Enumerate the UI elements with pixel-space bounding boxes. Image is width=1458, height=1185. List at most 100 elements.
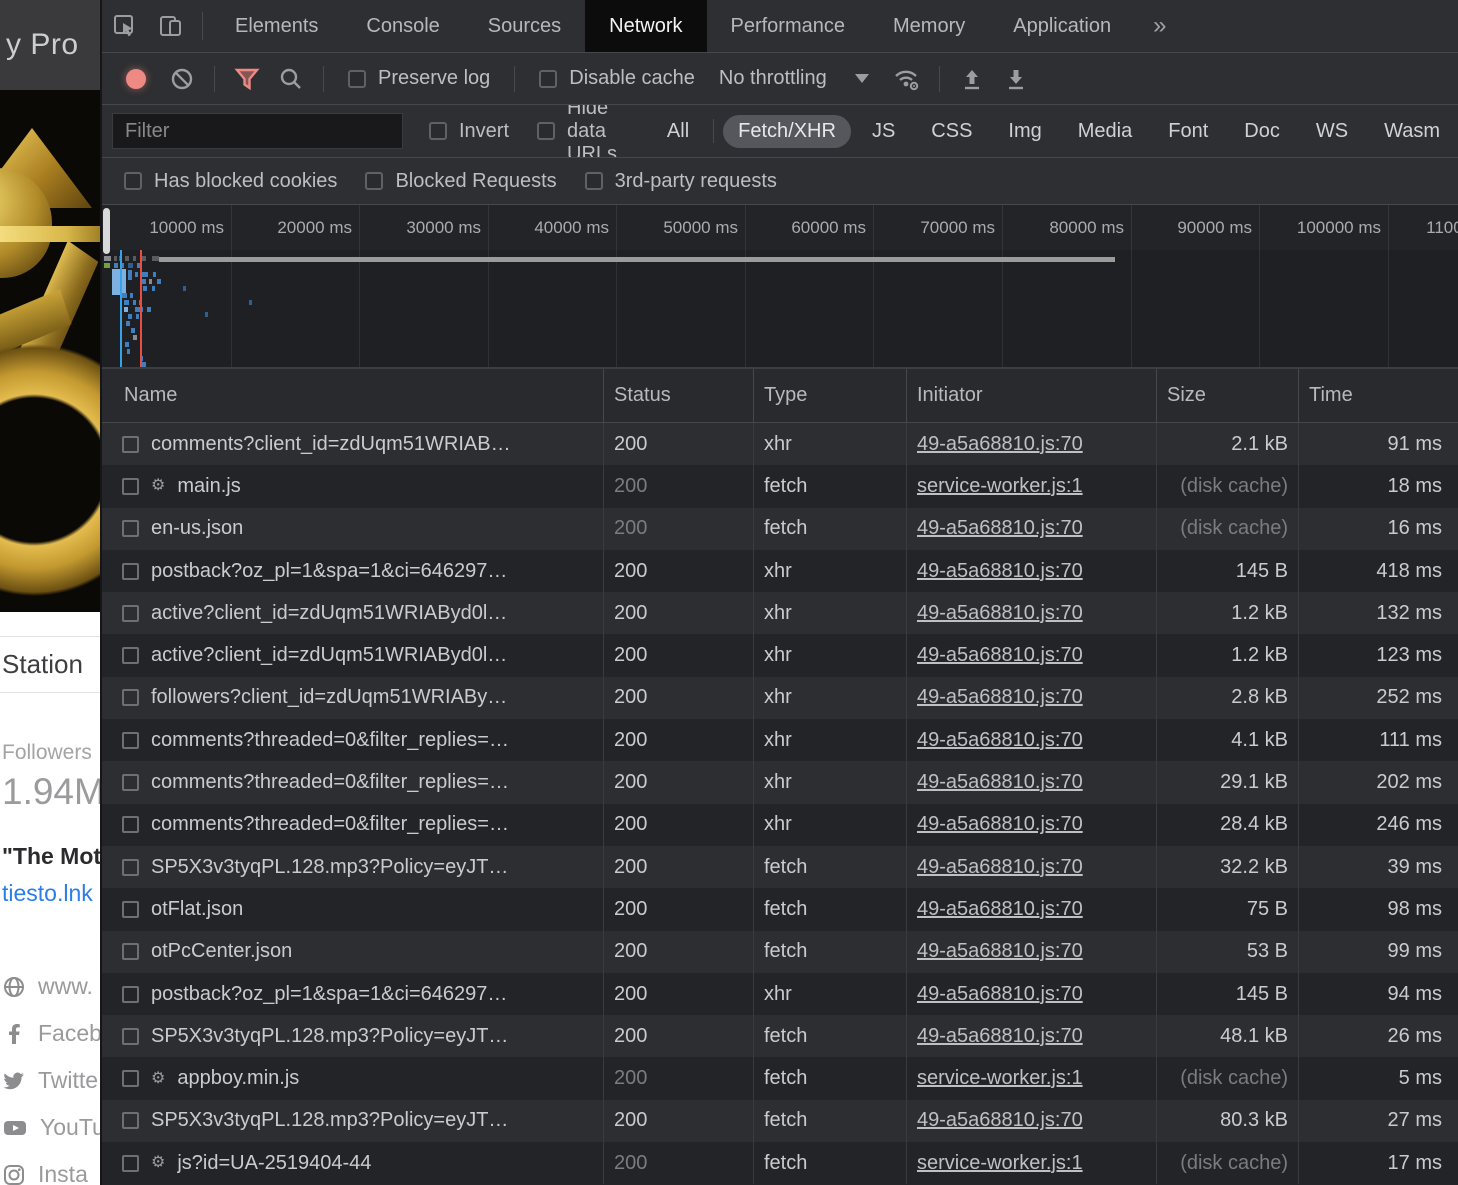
initiator-link[interactable]: 49-a5a68810.js:70 bbox=[917, 1025, 1083, 1048]
table-row[interactable]: otFlat.json200fetch49-a5a68810.js:7075 B… bbox=[102, 888, 1458, 930]
initiator-link[interactable]: service-worker.js:1 bbox=[917, 1067, 1083, 1090]
social-link-instagram[interactable]: Insta bbox=[0, 1151, 100, 1185]
initiator-link[interactable]: 49-a5a68810.js:70 bbox=[917, 898, 1083, 921]
initiator-link[interactable]: 49-a5a68810.js:70 bbox=[917, 517, 1083, 540]
row-checkbox[interactable] bbox=[122, 605, 139, 622]
row-checkbox[interactable] bbox=[122, 943, 139, 960]
table-row[interactable]: SP5X3v3tyqPL.128.mp3?Policy=eyJT…200fetc… bbox=[102, 1015, 1458, 1057]
table-row[interactable]: comments?client_id=zdUqm51WRIAB…200xhr49… bbox=[102, 423, 1458, 465]
initiator-link[interactable]: service-worker.js:1 bbox=[917, 475, 1083, 498]
type-filter-media[interactable]: Media bbox=[1063, 115, 1147, 148]
table-row[interactable]: en-us.json200fetch49-a5a68810.js:70(disk… bbox=[102, 508, 1458, 550]
initiator-link[interactable]: 49-a5a68810.js:70 bbox=[917, 983, 1083, 1006]
row-checkbox[interactable] bbox=[122, 1070, 139, 1087]
initiator-link[interactable]: 49-a5a68810.js:70 bbox=[917, 1109, 1083, 1132]
initiator-link[interactable]: 49-a5a68810.js:70 bbox=[917, 602, 1083, 625]
table-row[interactable]: SP5X3v3tyqPL.128.mp3?Policy=eyJT…200fetc… bbox=[102, 1100, 1458, 1142]
initiator-link[interactable]: 49-a5a68810.js:70 bbox=[917, 686, 1083, 709]
social-link-facebook[interactable]: Faceb bbox=[0, 1010, 100, 1057]
filter-input[interactable] bbox=[112, 113, 403, 149]
table-row[interactable]: active?client_id=zdUqm51WRIAByd0l…200xhr… bbox=[102, 634, 1458, 676]
preserve-log-checkbox[interactable] bbox=[348, 70, 366, 88]
hide-data-urls-checkbox[interactable] bbox=[537, 122, 555, 140]
table-row[interactable]: active?client_id=zdUqm51WRIAByd0l…200xhr… bbox=[102, 592, 1458, 634]
initiator-link[interactable]: 49-a5a68810.js:70 bbox=[917, 856, 1083, 879]
row-checkbox[interactable] bbox=[122, 732, 139, 749]
overview-scrollbar-handle[interactable] bbox=[103, 208, 110, 254]
column-header-time[interactable]: Time bbox=[1299, 369, 1458, 422]
filter-toggle-blocked-requests[interactable]: Blocked Requests bbox=[365, 170, 556, 193]
checkbox[interactable] bbox=[585, 172, 603, 190]
table-row[interactable]: ⚙js?id=UA-2519404-44200fetchservice-work… bbox=[102, 1142, 1458, 1184]
type-filter-img[interactable]: Img bbox=[993, 115, 1056, 148]
row-checkbox[interactable] bbox=[122, 520, 139, 537]
type-filter-all[interactable]: All bbox=[652, 115, 704, 148]
network-overview[interactable]: 10000 ms20000 ms30000 ms40000 ms50000 ms… bbox=[102, 205, 1458, 369]
table-row[interactable]: SP5X3v3tyqPL.128.mp3?Policy=eyJT…200fetc… bbox=[102, 846, 1458, 888]
device-toolbar-icon[interactable] bbox=[148, 0, 194, 52]
disable-cache-toggle[interactable]: Disable cache bbox=[539, 67, 695, 90]
social-link-youtube[interactable]: YouTu bbox=[0, 1104, 100, 1151]
row-checkbox[interactable] bbox=[122, 774, 139, 791]
initiator-link[interactable]: service-worker.js:1 bbox=[917, 1152, 1083, 1175]
column-header-name[interactable]: Name bbox=[102, 369, 604, 422]
tab-memory[interactable]: Memory bbox=[869, 0, 989, 52]
filter-icon[interactable] bbox=[225, 59, 269, 99]
table-row[interactable]: otPcCenter.json200fetch49-a5a68810.js:70… bbox=[102, 931, 1458, 973]
row-checkbox[interactable] bbox=[122, 689, 139, 706]
column-header-initiator[interactable]: Initiator bbox=[907, 369, 1157, 422]
row-checkbox[interactable] bbox=[122, 859, 139, 876]
checkbox[interactable] bbox=[124, 172, 142, 190]
page-link[interactable]: tiesto.lnk bbox=[0, 880, 100, 907]
row-checkbox[interactable] bbox=[122, 1112, 139, 1129]
disable-cache-checkbox[interactable] bbox=[539, 70, 557, 88]
initiator-link[interactable]: 49-a5a68810.js:70 bbox=[917, 940, 1083, 963]
table-row[interactable]: ⚙appboy.min.js200fetchservice-worker.js:… bbox=[102, 1057, 1458, 1099]
table-row[interactable]: ⚙main.js200fetchservice-worker.js:1(disk… bbox=[102, 465, 1458, 507]
type-filter-fetch-xhr[interactable]: Fetch/XHR bbox=[723, 115, 851, 148]
social-link-globe[interactable]: www. bbox=[0, 963, 100, 1010]
row-checkbox[interactable] bbox=[122, 1028, 139, 1045]
type-filter-css[interactable]: CSS bbox=[916, 115, 987, 148]
type-filter-js[interactable]: JS bbox=[857, 115, 910, 148]
filter-toggle-has-blocked-cookies[interactable]: Has blocked cookies bbox=[124, 170, 337, 193]
row-checkbox[interactable] bbox=[122, 563, 139, 580]
search-icon[interactable] bbox=[269, 59, 313, 99]
row-checkbox[interactable] bbox=[122, 436, 139, 453]
invert-checkbox[interactable] bbox=[429, 122, 447, 140]
record-network-log-icon[interactable] bbox=[126, 69, 146, 89]
initiator-link[interactable]: 49-a5a68810.js:70 bbox=[917, 644, 1083, 667]
row-checkbox[interactable] bbox=[122, 647, 139, 664]
inspect-element-icon[interactable] bbox=[102, 0, 148, 52]
type-filter-wasm[interactable]: Wasm bbox=[1369, 115, 1455, 148]
initiator-link[interactable]: 49-a5a68810.js:70 bbox=[917, 729, 1083, 752]
preserve-log-toggle[interactable]: Preserve log bbox=[348, 67, 490, 90]
table-row[interactable]: postback?oz_pl=1&spa=1&ci=646297…200xhr4… bbox=[102, 550, 1458, 592]
table-row[interactable]: comments?threaded=0&filter_replies=…200x… bbox=[102, 761, 1458, 803]
tab-sources[interactable]: Sources bbox=[464, 0, 585, 52]
type-filter-font[interactable]: Font bbox=[1153, 115, 1223, 148]
type-filter-doc[interactable]: Doc bbox=[1229, 115, 1295, 148]
tab-elements[interactable]: Elements bbox=[211, 0, 342, 52]
tab-application[interactable]: Application bbox=[989, 0, 1135, 52]
tab-network[interactable]: Network bbox=[585, 0, 706, 52]
row-checkbox[interactable] bbox=[122, 816, 139, 833]
filter-toggle-3rd-party-requests[interactable]: 3rd-party requests bbox=[585, 170, 777, 193]
checkbox[interactable] bbox=[365, 172, 383, 190]
table-row[interactable]: comments?threaded=0&filter_replies=…200x… bbox=[102, 804, 1458, 846]
row-checkbox[interactable] bbox=[122, 901, 139, 918]
column-header-status[interactable]: Status bbox=[604, 369, 754, 422]
export-har-icon[interactable] bbox=[994, 59, 1038, 99]
type-filter-ws[interactable]: WS bbox=[1301, 115, 1363, 148]
initiator-link[interactable]: 49-a5a68810.js:70 bbox=[917, 813, 1083, 836]
initiator-link[interactable]: 49-a5a68810.js:70 bbox=[917, 560, 1083, 583]
row-checkbox[interactable] bbox=[122, 986, 139, 1003]
throttling-select[interactable]: No throttling bbox=[719, 67, 869, 90]
hide-data-urls-toggle[interactable]: Hide data URLs bbox=[537, 105, 629, 158]
tab-console[interactable]: Console bbox=[342, 0, 463, 52]
network-conditions-icon[interactable] bbox=[885, 59, 929, 99]
import-har-icon[interactable] bbox=[950, 59, 994, 99]
column-header-size[interactable]: Size bbox=[1157, 369, 1299, 422]
row-checkbox[interactable] bbox=[122, 478, 139, 495]
row-checkbox[interactable] bbox=[122, 1155, 139, 1172]
